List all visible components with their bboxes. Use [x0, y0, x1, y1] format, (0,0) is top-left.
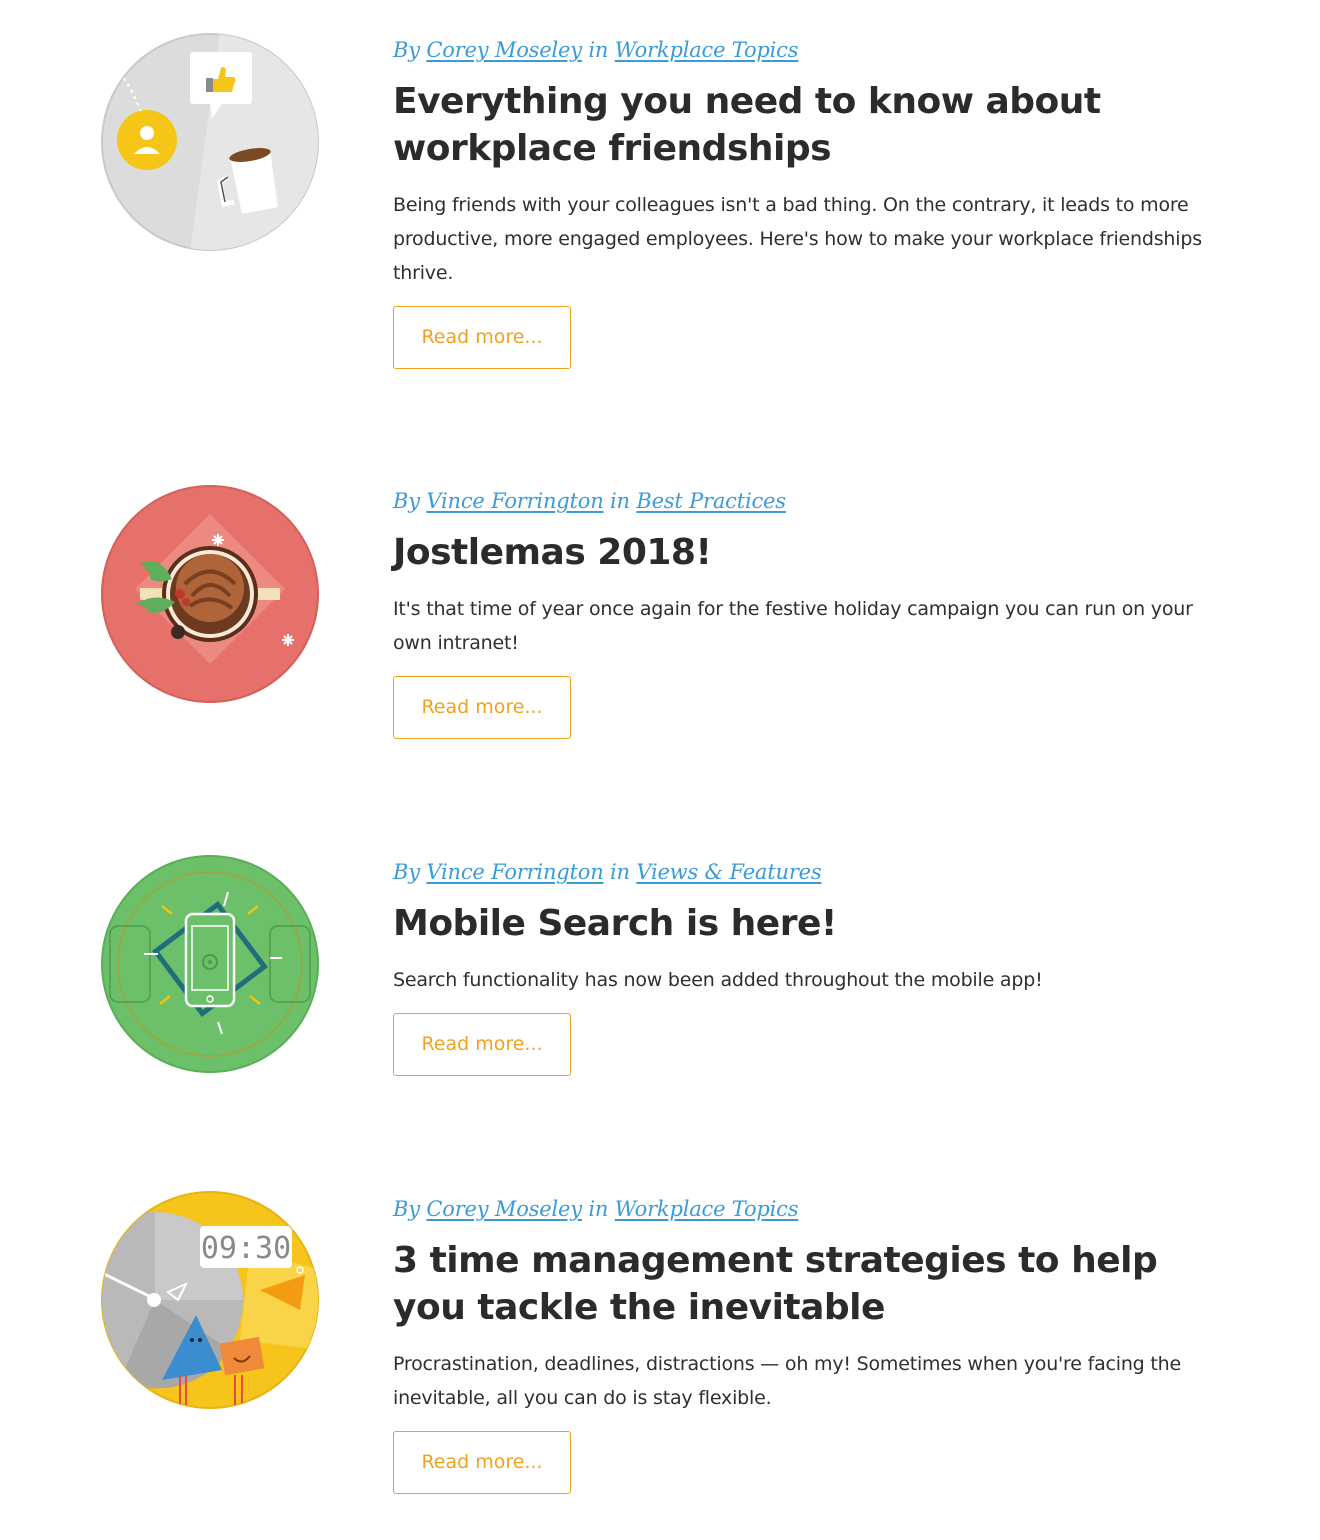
- post-title[interactable]: Everything you need to know about workpl…: [393, 78, 1213, 172]
- clock-time-icon[interactable]: 09:30: [100, 1190, 320, 1410]
- read-more-button[interactable]: Read more...: [393, 1431, 571, 1494]
- post-content: By Corey Moseley in Workplace Topics 3 t…: [393, 1195, 1213, 1494]
- category-link[interactable]: Workplace Topics: [615, 1197, 799, 1221]
- post-excerpt: Search functionality has now been added …: [393, 969, 1043, 991]
- post-byline: By Corey Moseley in Workplace Topics: [393, 36, 1213, 64]
- friendship-coffee-icon[interactable]: [100, 32, 320, 252]
- byline-in-label: in: [610, 860, 630, 884]
- author-link[interactable]: Corey Moseley: [426, 38, 582, 62]
- holiday-pudding-icon[interactable]: [100, 484, 320, 704]
- post-content: By Vince Forrington in Views & Features …: [393, 858, 1213, 1076]
- byline-in-label: in: [588, 1197, 609, 1221]
- read-more-button[interactable]: Read more...: [393, 1013, 571, 1076]
- read-more-button[interactable]: Read more...: [393, 306, 571, 369]
- read-more-button[interactable]: Read more...: [393, 676, 571, 739]
- author-link[interactable]: Corey Moseley: [426, 1197, 582, 1221]
- clock-display: 09:30: [201, 1231, 291, 1266]
- post-content: By Vince Forrington in Best Practices Jo…: [393, 487, 1213, 739]
- category-link[interactable]: Views & Features: [636, 860, 821, 884]
- post-excerpt: It's that time of year once again for th…: [393, 598, 1193, 654]
- post-title[interactable]: 3 time management strategies to help you…: [393, 1237, 1213, 1331]
- post-excerpt: Procrastination, deadlines, distractions…: [393, 1353, 1181, 1409]
- mobile-phone-icon[interactable]: [100, 854, 320, 1074]
- post-title[interactable]: Mobile Search is here!: [393, 900, 1213, 947]
- post-byline: By Vince Forrington in Best Practices: [393, 487, 1213, 515]
- post-title[interactable]: Jostlemas 2018!: [393, 529, 1213, 576]
- post-byline: By Corey Moseley in Workplace Topics: [393, 1195, 1213, 1223]
- post-content: By Corey Moseley in Workplace Topics Eve…: [393, 36, 1213, 369]
- post-byline: By Vince Forrington in Views & Features: [393, 858, 1213, 886]
- author-link[interactable]: Vince Forrington: [426, 860, 603, 884]
- author-link[interactable]: Vince Forrington: [426, 489, 603, 513]
- byline-in-label: in: [610, 489, 630, 513]
- byline-by-label: By: [393, 38, 420, 62]
- byline-by-label: By: [393, 489, 420, 513]
- category-link[interactable]: Workplace Topics: [615, 38, 799, 62]
- byline-by-label: By: [393, 860, 420, 884]
- post-excerpt: Being friends with your colleagues isn't…: [393, 194, 1202, 284]
- byline-in-label: in: [588, 38, 609, 62]
- byline-by-label: By: [393, 1197, 420, 1221]
- category-link[interactable]: Best Practices: [636, 489, 786, 513]
